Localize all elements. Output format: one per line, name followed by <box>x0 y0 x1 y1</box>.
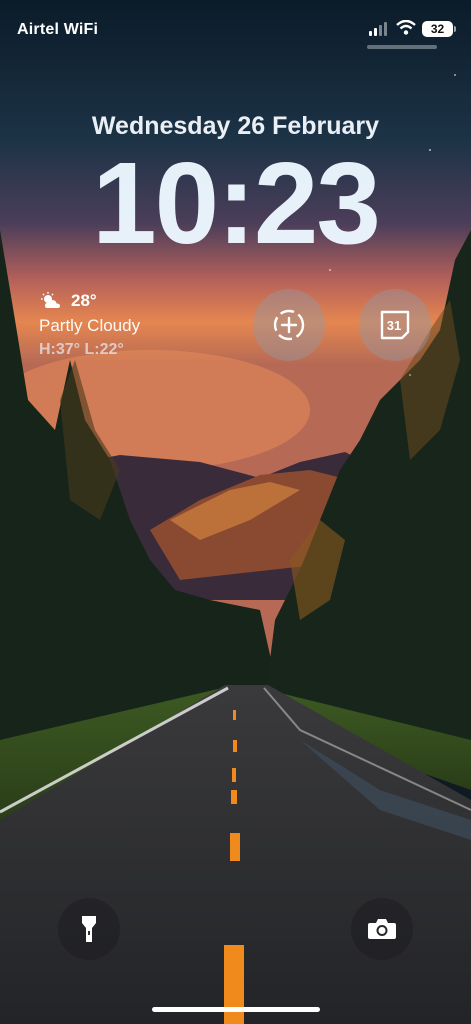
flashlight-icon <box>82 916 96 942</box>
lock-clock: 10:23 <box>92 138 381 268</box>
add-widget-button[interactable] <box>253 289 325 361</box>
battery-tip <box>454 26 456 32</box>
weather-widget[interactable]: 28° Partly Cloudy H:37° L:22° <box>39 290 140 359</box>
lock-date: Wednesday 26 February <box>91 112 380 140</box>
dashed-circle-plus-icon <box>273 309 305 341</box>
calendar-widget[interactable]: 31 <box>359 289 431 361</box>
wifi-icon <box>396 20 416 35</box>
weather-condition: Partly Cloudy <box>39 316 141 335</box>
weather-temperature: 28° <box>71 291 97 310</box>
signal-bars-icon <box>369 22 387 36</box>
partly-cloudy-icon <box>41 292 60 308</box>
home-indicator[interactable] <box>152 1007 320 1012</box>
weather-high-low: H:37° L:22° <box>39 341 124 358</box>
carrier-name: Airtel WiFi <box>17 21 99 38</box>
calendar-icon: 31 <box>380 310 410 340</box>
camera-button[interactable] <box>351 898 413 960</box>
flashlight-button[interactable] <box>58 898 120 960</box>
battery-indicator: 32 <box>422 21 453 37</box>
camera-icon <box>368 919 396 939</box>
notification-handle[interactable] <box>367 45 437 49</box>
calendar-day: 31 <box>387 318 401 333</box>
status-bar: Airtel WiFi 32 <box>0 0 471 44</box>
